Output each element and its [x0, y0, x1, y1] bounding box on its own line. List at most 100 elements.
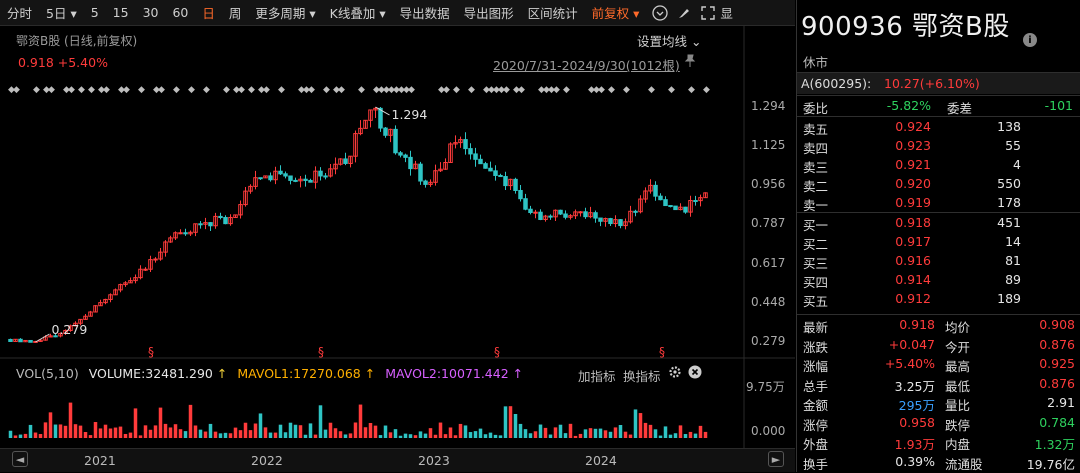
add-indicator-button[interactable]: 加指标 — [578, 366, 616, 385]
volume-bar — [598, 428, 603, 438]
volume-bar — [363, 427, 368, 438]
volume-bar — [283, 432, 288, 438]
forward-adjust-menu[interactable]: 前复权 ▾ — [585, 3, 647, 22]
time-scrollbar[interactable] — [0, 448, 795, 472]
max-price-label: 1.294 — [391, 107, 428, 122]
book-price[interactable]: 0.914 — [895, 272, 931, 287]
gear-icon[interactable] — [668, 365, 682, 382]
candle — [538, 209, 543, 221]
stock-code: 900936 — [801, 12, 904, 42]
candle — [478, 154, 483, 165]
scroll-left-icon[interactable]: ◄ — [12, 451, 28, 467]
ask-row: 卖二 0.920 550 — [797, 174, 1080, 194]
a-share-label[interactable]: A(600295): — [801, 76, 871, 91]
volume-bar — [178, 429, 183, 438]
export-data-button[interactable]: 导出数据 — [393, 3, 457, 22]
candle — [443, 158, 448, 170]
book-price[interactable]: 0.917 — [895, 234, 931, 249]
volume-bar — [573, 435, 578, 438]
candle — [678, 203, 683, 211]
volume-bar — [433, 434, 438, 438]
volume-bar — [388, 432, 393, 438]
volume-bar — [48, 412, 53, 438]
book-price[interactable]: 0.924 — [895, 119, 931, 134]
candle — [313, 166, 318, 189]
volume-bar — [663, 426, 668, 438]
book-price[interactable]: 0.923 — [895, 138, 931, 153]
volume-bar — [198, 429, 203, 438]
x-tick: 2024 — [585, 453, 617, 468]
truncated-menu-item[interactable]: 显 — [718, 3, 735, 22]
candle — [93, 305, 98, 313]
book-price[interactable]: 0.920 — [895, 176, 931, 191]
volume-bar — [138, 435, 143, 438]
period-weekly[interactable]: 周 — [222, 3, 249, 22]
candle — [23, 339, 28, 343]
mavol1-value: MAVOL1:17270.068 — [237, 366, 361, 381]
volume-bar — [263, 427, 268, 438]
book-price[interactable]: 0.916 — [895, 253, 931, 268]
brush-icon[interactable] — [674, 3, 694, 23]
news-marker: ◆ — [358, 85, 365, 95]
candle — [548, 214, 553, 220]
volume-bar — [583, 429, 588, 438]
kline-chart[interactable]: 鄂资B股 (日线,前复权) 设置均线 ⌄ 0.918 +5.40% 2020/7… — [0, 26, 795, 472]
book-volume: 89 — [1005, 272, 1021, 287]
candle — [298, 175, 303, 188]
more-periods-menu[interactable]: 更多周期 ▾ — [248, 3, 322, 22]
switch-indicator-button[interactable]: 换指标 — [623, 366, 661, 385]
volume-bar — [163, 423, 168, 438]
a-share-value[interactable]: 10.27(+6.10%) — [884, 76, 980, 91]
period-30min[interactable]: 30 — [136, 5, 166, 20]
volume-bar — [98, 428, 103, 438]
book-price[interactable]: 0.921 — [895, 157, 931, 172]
book-price[interactable]: 0.912 — [895, 291, 931, 306]
candle — [653, 181, 658, 201]
stat-value: 0.876 — [1039, 375, 1075, 391]
volume-bar — [78, 425, 83, 438]
candle — [193, 223, 198, 237]
volume-bar — [378, 435, 383, 438]
kline-overlay-menu[interactable]: K线叠加 ▾ — [323, 3, 393, 22]
event-marker: § — [659, 345, 665, 359]
volume-bar — [168, 427, 173, 438]
stock-name: 鄂资B股 — [912, 12, 1010, 42]
export-image-button[interactable]: 导出图形 — [457, 3, 521, 22]
a-share-row: A(600295): 10.27(+6.10%) — [797, 73, 1080, 94]
candle — [363, 119, 368, 129]
period-intraday[interactable]: 分时 — [0, 3, 39, 22]
scroll-right-icon[interactable]: ► — [768, 451, 784, 467]
candle — [638, 195, 643, 214]
candle — [198, 220, 203, 229]
period-5min[interactable]: 5 — [84, 5, 106, 20]
book-price[interactable]: 0.919 — [895, 195, 931, 210]
period-60min[interactable]: 60 — [165, 5, 195, 20]
stat-value: 0.39% — [895, 453, 935, 469]
volume-bar — [653, 429, 658, 438]
period-15min[interactable]: 15 — [106, 5, 136, 20]
news-marker: ◆ — [88, 85, 95, 95]
volume-bar — [463, 425, 468, 438]
volume-bar — [223, 432, 228, 438]
stats-row: 外盘 1.93万 内盘 1.32万 — [797, 432, 1080, 452]
news-marker: ◆ — [608, 85, 615, 95]
info-icon[interactable]: i — [1023, 33, 1037, 47]
book-price[interactable]: 0.918 — [895, 215, 931, 230]
fullscreen-icon[interactable] — [698, 3, 718, 23]
candle — [673, 205, 678, 211]
close-icon[interactable] — [688, 365, 702, 382]
volume-bar — [23, 433, 28, 438]
period-5day[interactable]: 5日 ▾ — [39, 3, 84, 22]
stat-value: +5.40% — [884, 356, 935, 371]
book-volume: 55 — [1005, 138, 1021, 153]
stats-row: 金额 295万 量比 2.91 — [797, 393, 1080, 413]
candle — [623, 218, 628, 230]
candle — [468, 143, 473, 160]
volume-bar — [458, 423, 463, 438]
volume-bar — [618, 425, 623, 438]
volume-bar — [473, 431, 478, 438]
chevron-circle-down-icon[interactable] — [650, 3, 670, 23]
y-tick: 0.956 — [751, 177, 786, 192]
period-daily[interactable]: 日 — [195, 3, 222, 22]
range-stats-button[interactable]: 区间统计 — [521, 3, 585, 22]
